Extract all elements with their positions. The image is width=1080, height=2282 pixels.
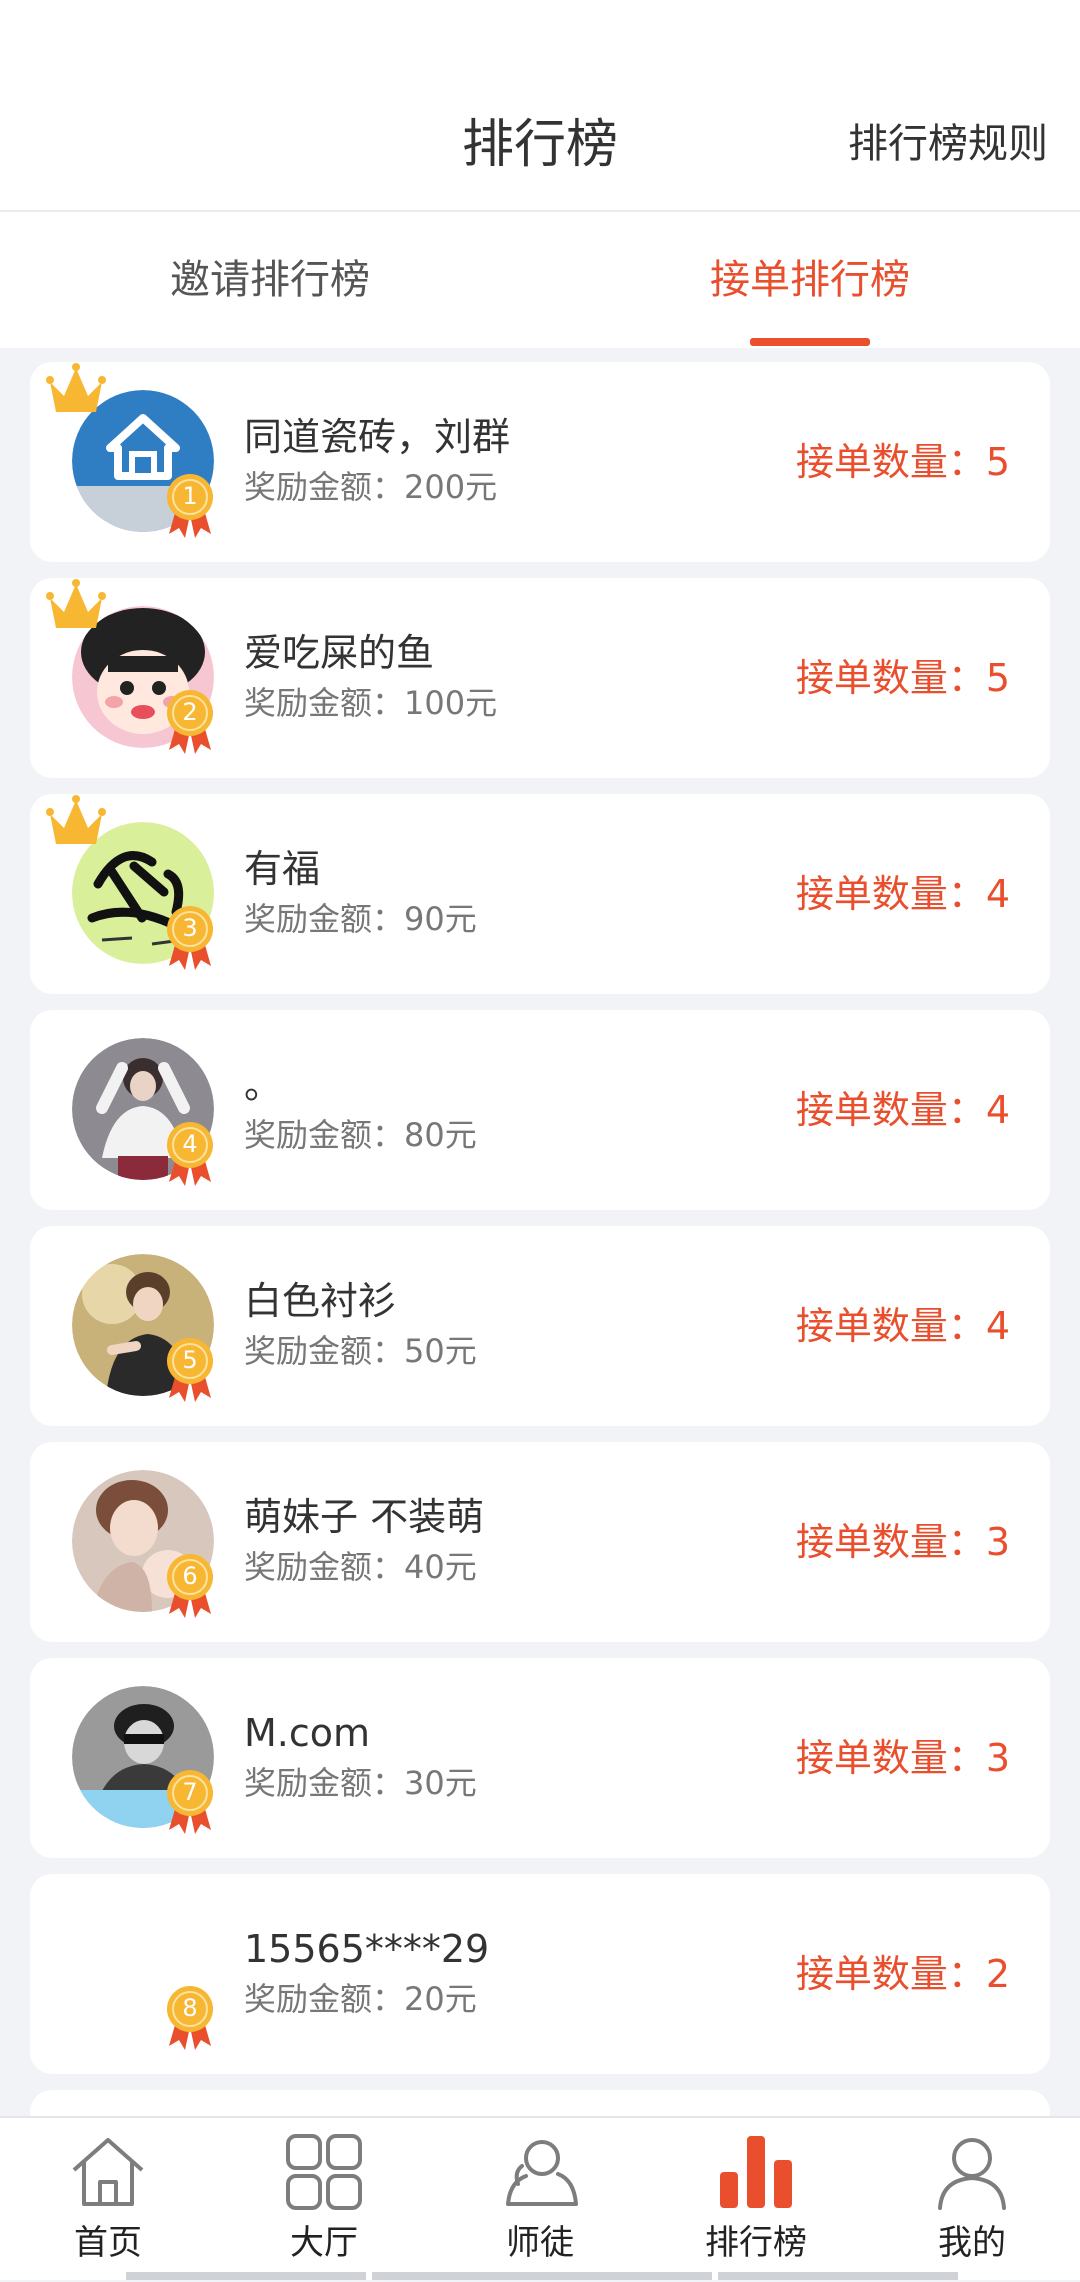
order-count: 接单数量：3 [795,1520,1010,1564]
tabbar-label: 师徒 [506,2223,574,2263]
rules-link[interactable]: 排行榜规则 [848,112,1048,176]
tabbar-label: 排行榜 [705,2223,807,2263]
user-name: 有福 [244,847,321,891]
ranking-row[interactable]: 7 M.com 奖励金额：30元 接单数量：3 [30,1658,1050,1858]
crown-icon [46,363,106,412]
home-icon [72,2138,144,2206]
reward-amount: 奖励金额：100元 [244,684,498,722]
user-name: 爱吃屎的鱼 [244,631,435,675]
rank-number: 5 [182,1346,198,1374]
crown-icon [46,579,106,628]
ranking-row[interactable]: 3 有福 奖励金额：90元 接单数量：4 [30,794,1050,994]
rank-number: 4 [182,1130,198,1158]
rank-medal-icon: 7 [165,1768,215,1834]
ranking-row[interactable]: 2 爱吃屎的鱼 奖励金额：100元 接单数量：5 [30,578,1050,778]
reward-amount: 奖励金额：30元 [244,1764,477,1802]
tabbar-item-ranking[interactable]: 排行榜 [648,2118,864,2282]
reward-amount: 奖励金额：50元 [244,1332,477,1370]
rank-medal-icon: 8 [165,1984,215,2050]
reward-amount: 奖励金额：20元 [244,1980,477,2018]
user-name: 白色衬衫 [244,1279,397,1323]
tabbar-label: 大厅 [290,2223,358,2263]
rank-medal-icon: 1 [165,472,215,538]
nav-header: 排行榜 排行榜规则 [0,0,1080,212]
ranking-tabs: 邀请排行榜 接单排行榜 [0,212,1080,348]
tab-invite-ranking[interactable]: 邀请排行榜 [0,212,540,348]
active-tab-indicator [750,338,870,346]
tabbar-item-mine[interactable]: 我的 [864,2118,1080,2282]
rank-medal-icon: 6 [165,1552,215,1618]
rank-number: 6 [182,1562,198,1590]
bottom-tab-bar: 首页 大厅 师徒 排行榜 我的 [0,2116,1080,2280]
order-count: 接单数量：4 [795,872,1010,916]
rank-number: 8 [182,1994,198,2022]
ranking-row[interactable]: 6 萌妹子 不装萌 奖励金额：40元 接单数量：3 [30,1442,1050,1642]
ranking-row[interactable]: 5 白色衬衫 奖励金额：50元 接单数量：4 [30,1226,1050,1426]
order-count: 接单数量：4 [795,1088,1010,1132]
rank-number: 3 [182,914,198,942]
tabbar-label: 首页 [74,2223,142,2263]
user-name: 。 [244,1063,283,1107]
user-name: 萌妹子 不装萌 [244,1495,485,1539]
crown-icon [46,795,106,844]
people-icon [506,2140,578,2206]
tabbar-item-mentor[interactable]: 师徒 [432,2118,648,2282]
home-indicator [126,2272,366,2280]
bar-chart-icon [720,2136,792,2208]
reward-amount: 奖励金额：90元 [244,900,477,938]
tabbar-item-home[interactable]: 首页 [0,2118,216,2282]
user-name: M.com [244,1711,371,1755]
rank-number: 1 [182,482,198,510]
rank-number: 2 [182,698,198,726]
reward-amount: 奖励金额：200元 [244,468,498,506]
rank-medal-icon: 3 [165,904,215,970]
rank-medal-icon: 4 [165,1120,215,1186]
order-count: 接单数量：3 [795,1736,1010,1780]
order-count: 接单数量：5 [795,440,1010,484]
ranking-row[interactable]: 8 15565****29 奖励金额：20元 接单数量：2 [30,1874,1050,2074]
ranking-row[interactable]: 4 。 奖励金额：80元 接单数量：4 [30,1010,1050,1210]
home-indicator [718,2272,958,2280]
grid-icon [286,2134,362,2210]
tabbar-item-hall[interactable]: 大厅 [216,2118,432,2282]
order-count: 接单数量：5 [795,656,1010,700]
tab-order-ranking[interactable]: 接单排行榜 [540,212,1080,348]
home-indicator [372,2272,712,2280]
user-name: 同道瓷砖，刘群 [244,415,511,459]
reward-amount: 奖励金额：80元 [244,1116,477,1154]
user-icon [938,2138,1006,2210]
rank-medal-icon: 5 [165,1336,215,1402]
order-count: 接单数量：4 [795,1304,1010,1348]
reward-amount: 奖励金额：40元 [244,1548,477,1586]
tabbar-label: 我的 [938,2223,1006,2263]
rank-number: 7 [182,1778,198,1806]
ranking-row[interactable]: 1 同道瓷砖，刘群 奖励金额：200元 接单数量：5 [30,362,1050,562]
rank-medal-icon: 2 [165,688,215,754]
order-count: 接单数量：2 [795,1952,1010,1996]
user-name: 15565****29 [244,1927,490,1971]
